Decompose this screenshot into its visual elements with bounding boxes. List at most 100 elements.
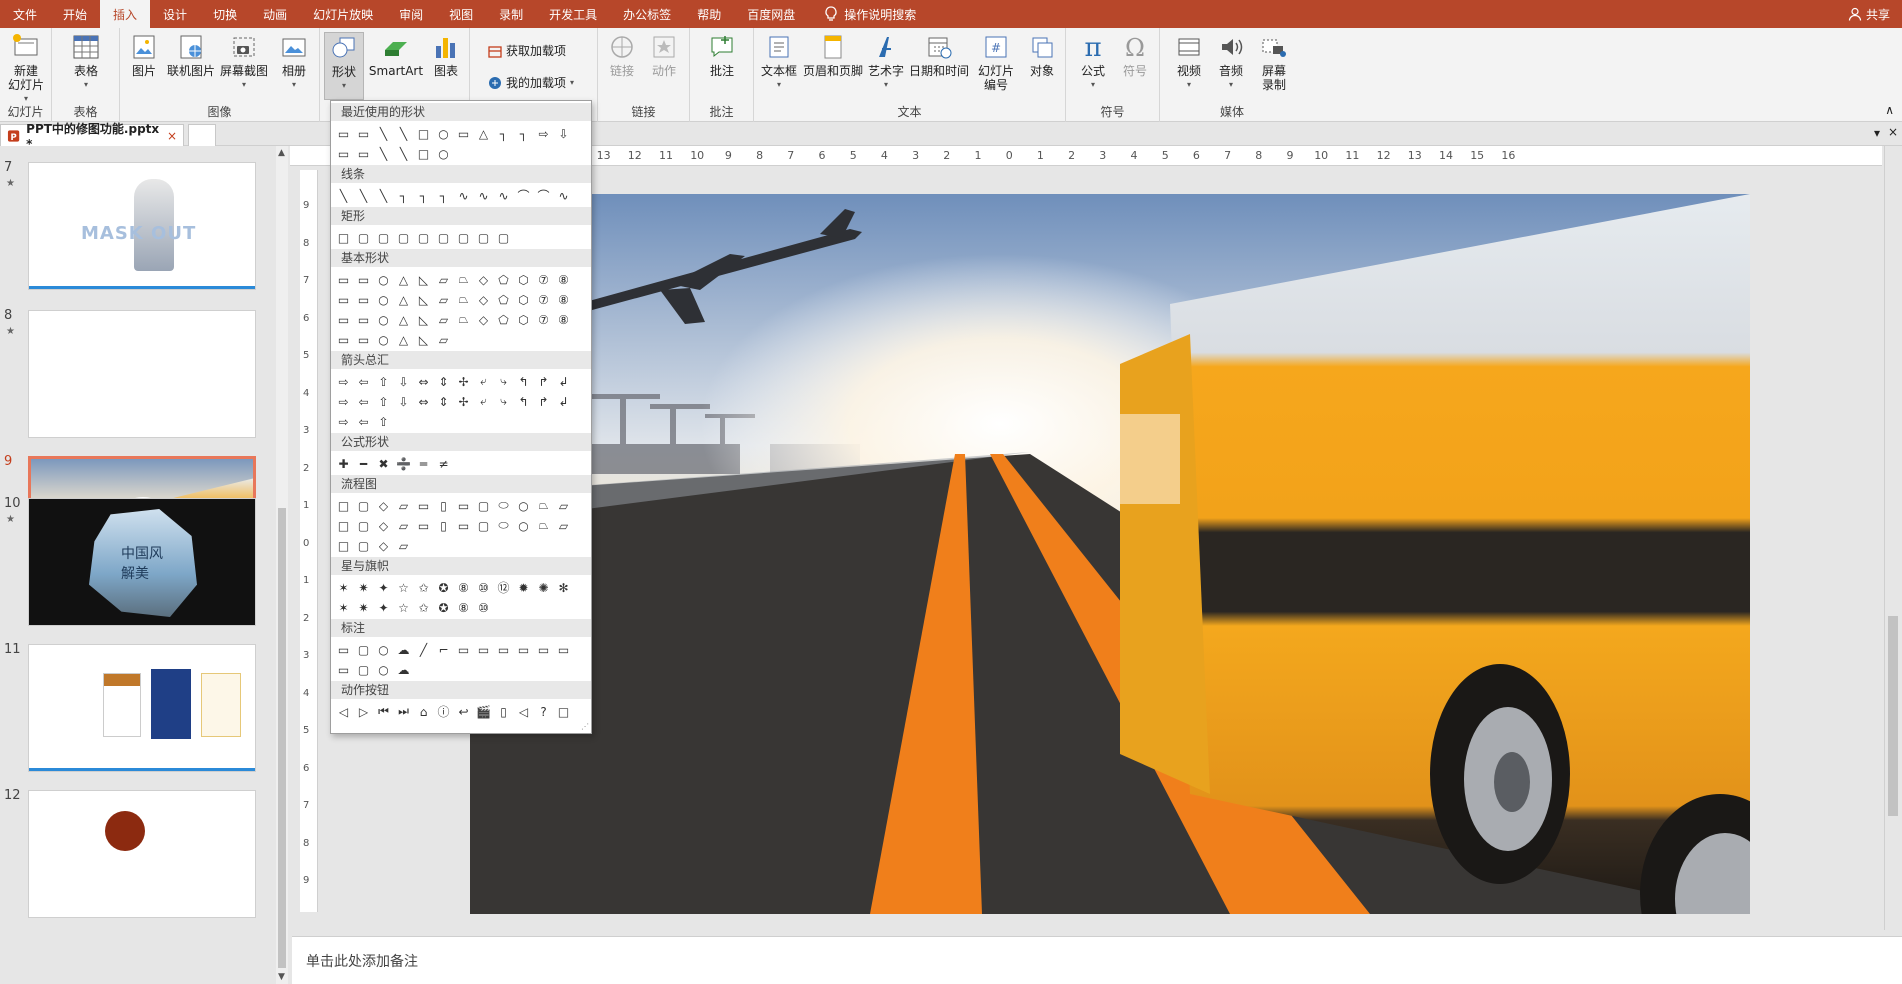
audio-button[interactable]: 音频 ▾ [1212,32,1250,92]
shape-option-icon[interactable]: ▱ [435,311,452,328]
shape-option-icon[interactable]: ⤷ [495,393,512,410]
shape-option-icon[interactable]: ╱ [415,641,432,658]
shape-option-icon[interactable]: ⑧ [555,271,572,288]
shape-option-icon[interactable]: ━ [355,455,372,472]
tab-list-chevron-icon[interactable]: ▾ [1874,126,1880,140]
slide-thumbnail-7[interactable]: MASK OUT [28,162,256,290]
scrollbar-thumb[interactable] [278,508,286,968]
shape-option-icon[interactable]: □ [335,517,352,534]
shape-option-icon[interactable]: ▭ [355,125,372,142]
slide-thumbnail-12[interactable] [28,790,256,918]
comment-button[interactable]: 批注 [702,32,742,78]
shape-option-icon[interactable]: ⬠ [495,311,512,328]
shape-option-icon[interactable]: ○ [375,661,392,678]
shape-option-icon[interactable]: ⬠ [495,291,512,308]
shape-option-icon[interactable]: ▢ [415,229,432,246]
shape-option-icon[interactable]: ╲ [355,187,372,204]
tab-record[interactable]: 录制 [486,0,536,28]
shape-option-icon[interactable]: ▭ [455,641,472,658]
shape-option-icon[interactable]: ○ [515,497,532,514]
shape-option-icon[interactable]: ▢ [375,229,392,246]
shape-option-icon[interactable]: ⇩ [555,125,572,142]
shape-option-icon[interactable]: ✪ [435,579,452,596]
shape-option-icon[interactable]: ≠ [435,455,452,472]
shape-option-icon[interactable]: □ [415,125,432,142]
shape-option-icon[interactable]: ▭ [355,271,372,288]
tab-view[interactable]: 视图 [436,0,486,28]
shape-option-icon[interactable]: ⬠ [495,271,512,288]
shape-option-icon[interactable]: ⏢ [535,517,552,534]
shape-option-icon[interactable]: ⬡ [515,291,532,308]
tell-me-search[interactable]: 操作说明搜索 [808,0,916,28]
shape-option-icon[interactable]: ▭ [355,291,372,308]
shape-option-icon[interactable]: ▭ [335,641,352,658]
tab-insert[interactable]: 插入 [100,0,151,28]
shape-option-icon[interactable]: ⑦ [535,311,552,328]
screenshot-button[interactable]: 屏幕截图 ▾ [218,32,270,92]
tab-home[interactable]: 开始 [50,0,100,28]
shape-option-icon[interactable]: ⑦ [535,271,552,288]
shape-option-icon[interactable]: ▢ [355,497,372,514]
shape-option-icon[interactable]: ▢ [355,661,372,678]
shape-option-icon[interactable]: △ [395,311,412,328]
shape-option-icon[interactable]: ⇦ [355,413,372,430]
shape-option-icon[interactable]: ⏢ [535,497,552,514]
shape-option-icon[interactable]: ⌒ [515,187,532,204]
shape-option-icon[interactable]: ⇦ [355,393,372,410]
shape-option-icon[interactable]: 🎬 [475,703,492,720]
shape-option-icon[interactable]: ◁ [515,703,532,720]
shape-option-icon[interactable]: ⑧ [455,579,472,596]
shape-option-icon[interactable]: ▭ [415,517,432,534]
shape-option-icon[interactable]: ⇧ [375,373,392,390]
tab-slideshow[interactable]: 幻灯片放映 [300,0,386,28]
shape-option-icon[interactable]: □ [335,497,352,514]
shape-option-icon[interactable]: ⤶ [475,373,492,390]
shape-option-icon[interactable]: ✩ [415,599,432,616]
object-button[interactable]: 对象 [1022,32,1062,78]
shape-option-icon[interactable]: ⬡ [515,311,532,328]
shape-option-icon[interactable]: ◺ [415,331,432,348]
datetime-button[interactable]: 日期和时间 [908,32,970,78]
shape-option-icon[interactable]: ⑧ [555,291,572,308]
tab-transitions[interactable]: 切换 [200,0,250,28]
action-button[interactable]: 动作 [644,32,684,78]
shape-option-icon[interactable]: ▱ [435,291,452,308]
collapse-ribbon-icon[interactable]: ∧ [1885,103,1894,117]
wordart-button[interactable]: 艺术字 ▾ [866,32,906,92]
shape-option-icon[interactable]: ▭ [335,291,352,308]
shape-option-icon[interactable]: ▭ [555,641,572,658]
shape-option-icon[interactable]: ⤶ [475,393,492,410]
scroll-down-icon[interactable]: ▼ [278,972,285,982]
tab-office-tab[interactable]: 办公标签 [610,0,684,28]
shape-option-icon[interactable]: ╲ [375,125,392,142]
shape-option-icon[interactable]: ▢ [355,537,372,554]
shape-option-icon[interactable]: ╲ [375,145,392,162]
document-tab[interactable]: P PPT中的修图功能.pptx * × [0,122,184,151]
shape-option-icon[interactable]: ▭ [335,145,352,162]
shape-option-icon[interactable]: ✦ [375,579,392,596]
shape-option-icon[interactable]: ⏭ [395,703,412,720]
album-button[interactable]: 相册 ▾ [272,32,316,92]
picture-button[interactable]: 图片 [124,32,164,78]
shape-option-icon[interactable]: ✪ [435,599,452,616]
new-tab-button[interactable] [188,124,216,146]
shape-option-icon[interactable]: ▯ [435,517,452,534]
shape-option-icon[interactable]: ▱ [395,517,412,534]
shape-option-icon[interactable]: ⏢ [455,271,472,288]
tab-help[interactable]: 帮助 [684,0,734,28]
shape-option-icon[interactable]: ▭ [415,497,432,514]
shape-option-icon[interactable]: ┐ [395,187,412,204]
current-slide[interactable] [470,194,1750,914]
shape-option-icon[interactable]: ▱ [395,537,412,554]
shape-option-icon[interactable]: ↲ [555,373,572,390]
shape-option-icon[interactable]: ▭ [455,125,472,142]
shape-option-icon[interactable]: ▢ [355,641,372,658]
shape-option-icon[interactable]: ○ [375,291,392,308]
shape-option-icon[interactable]: ▭ [355,145,372,162]
shape-option-icon[interactable]: ▭ [475,641,492,658]
shape-option-icon[interactable]: ? [535,703,552,720]
shape-option-icon[interactable]: ◇ [475,271,492,288]
shape-option-icon[interactable]: □ [555,703,572,720]
tab-animations[interactable]: 动画 [250,0,300,28]
shape-option-icon[interactable]: ↰ [515,393,532,410]
